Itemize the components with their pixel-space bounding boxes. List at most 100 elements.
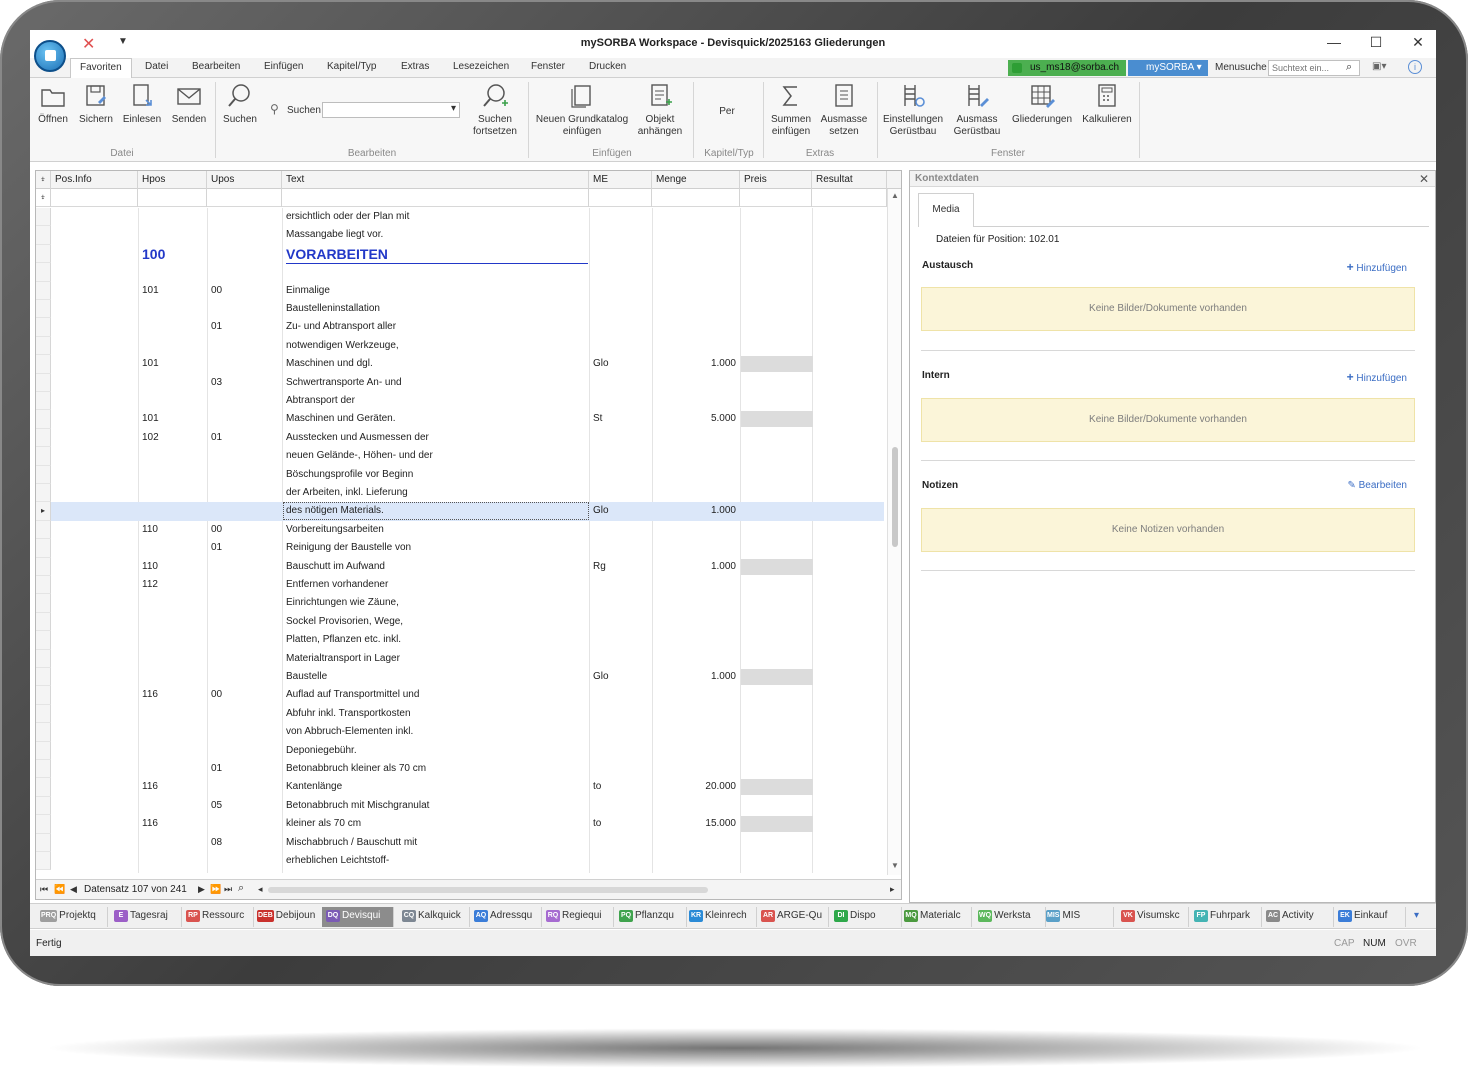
cell-text[interactable]: ersichtlich oder der Plan mit <box>286 211 409 222</box>
column-header-preis[interactable]: Preis <box>740 171 812 189</box>
notizen-edit-button[interactable]: ✎ Bearbeiten <box>1347 480 1407 491</box>
module-tab[interactable]: E Tagesraj <box>110 907 182 927</box>
cell-text[interactable]: Betonabbruch kleiner als 70 cm <box>286 763 426 774</box>
table-row[interactable]: 01 Zu- und Abtransport aller <box>36 318 884 337</box>
suchen-fortsetzen-button[interactable]: Suchen fortsetzen <box>468 82 522 138</box>
cell-upos[interactable]: 01 <box>211 321 222 332</box>
cell-hpos[interactable]: 110 <box>142 561 158 572</box>
cell-text[interactable]: von Abbruch-Elementen inkl. <box>286 726 413 737</box>
module-tab[interactable]: AR ARGE-Qu <box>757 907 829 927</box>
cell-text[interactable]: erheblichen Leichtstoff- <box>286 855 389 866</box>
table-row[interactable]: Abtransport der <box>36 392 884 411</box>
row-indicator[interactable] <box>36 263 51 282</box>
cell-text[interactable]: Platten, Pflanzen etc. inkl. <box>286 634 401 645</box>
table-row[interactable]: 05 Betonabbruch mit Mischgranulat <box>36 796 884 816</box>
cell-hpos[interactable]: 110 <box>142 524 158 535</box>
cell-preis[interactable] <box>741 816 813 833</box>
previous-page-icon[interactable]: ⏪ <box>54 884 65 895</box>
cell-text[interactable]: Ausstecken und Ausmessen der <box>286 432 429 443</box>
layout-options-icon[interactable]: ▣▾ <box>1372 61 1386 72</box>
intern-add-button[interactable]: + Hinzufügen <box>1347 370 1407 384</box>
cell-hpos[interactable]: 116 <box>142 689 158 700</box>
cell-me[interactable]: Glo <box>593 671 609 682</box>
row-indicator[interactable] <box>36 815 51 834</box>
filter-cell[interactable] <box>207 189 282 207</box>
cell-hpos[interactable]: 101 <box>142 358 159 369</box>
table-row[interactable]: 08 Mischabbruch / Bauschutt mit <box>36 833 884 852</box>
last-record-icon[interactable]: ⏭ <box>224 884 232 895</box>
previous-record-icon[interactable]: ◀ <box>70 884 77 895</box>
grid-vertical-scrollbar[interactable]: ▲ ▼ <box>887 189 901 875</box>
table-row[interactable]: notwendigen Werkzeuge, <box>36 336 884 356</box>
table-row[interactable]: Sockel Provisorien, Wege, <box>36 612 884 632</box>
app-logo-icon[interactable] <box>34 40 66 72</box>
cell-text[interactable]: Zu- und Abtransport aller <box>286 321 396 332</box>
table-row[interactable]: 116 00 Auflad auf Transportmittel und <box>36 686 884 705</box>
module-tab[interactable]: KR Kleinrech <box>685 907 757 927</box>
column-header-me[interactable]: ME <box>589 171 652 189</box>
ausmasse-setzen-button[interactable]: Ausmasse setzen <box>819 82 869 138</box>
row-indicator[interactable] <box>36 852 51 871</box>
cell-hpos[interactable]: 102 <box>142 432 159 443</box>
cell-text[interactable]: neuen Gelände-, Höhen- und der <box>286 450 433 461</box>
table-row[interactable]: 110 Bauschutt im Aufwand Rg 1.000 <box>36 557 884 576</box>
maximize-icon[interactable]: ☐ <box>1366 34 1386 51</box>
mysorba-menu-button[interactable]: mySORBA ▾ <box>1128 60 1208 76</box>
cell-text[interactable]: der Arbeiten, inkl. Lieferung <box>286 487 408 498</box>
module-tab[interactable]: MIS MIS <box>1042 907 1114 927</box>
table-row[interactable]: der Arbeiten, inkl. Lieferung <box>36 484 884 503</box>
filter-cell[interactable] <box>138 189 207 207</box>
filter-cell[interactable] <box>812 189 887 207</box>
table-row[interactable]: 112 Entfernen vorhandener <box>36 576 884 595</box>
cell-me[interactable]: to <box>593 818 601 829</box>
cell-text[interactable]: Mischabbruch / Bauschutt mit <box>286 837 417 848</box>
row-indicator[interactable] <box>36 649 51 668</box>
oeffnen-button[interactable]: Öffnen <box>34 82 72 126</box>
suchen-button[interactable]: Suchen <box>220 82 260 126</box>
row-indicator[interactable] <box>36 465 51 484</box>
info-icon[interactable]: i <box>1408 60 1422 74</box>
cell-upos[interactable]: 01 <box>211 763 222 774</box>
kalkulieren-button[interactable]: Kalkulieren <box>1080 82 1134 126</box>
row-indicator[interactable] <box>36 392 51 411</box>
module-tab[interactable]: VK Visumskc <box>1117 907 1189 927</box>
cell-upos[interactable]: 08 <box>211 837 222 848</box>
module-tab[interactable]: AQ Adressqu <box>470 907 542 927</box>
scroll-left-icon[interactable]: ◂ <box>258 884 263 895</box>
module-tab[interactable]: PQ Pflanzqu <box>615 907 687 927</box>
gliederungen-button[interactable]: Gliederungen <box>1010 82 1074 126</box>
module-tab[interactable]: DI Dispo <box>830 907 902 927</box>
cell-text[interactable]: Abfuhr inkl. Transportkosten <box>286 708 411 719</box>
module-tab[interactable]: PRQ Projektq <box>36 907 108 927</box>
cell-text[interactable]: Vorbereitungsarbeiten <box>286 524 384 535</box>
module-tab[interactable]: EK Einkauf <box>1334 907 1406 927</box>
cell-text[interactable]: Baustelle <box>286 671 327 682</box>
row-indicator[interactable] <box>36 612 51 632</box>
scrollbar-thumb[interactable] <box>892 447 898 547</box>
cell-menge[interactable]: 1.000 <box>711 671 736 682</box>
cell-text[interactable]: VORARBEITEN <box>286 246 588 264</box>
row-indicator[interactable] <box>36 576 51 595</box>
more-modules-icon[interactable]: ▾ <box>1414 910 1419 921</box>
cell-text[interactable]: Baustelleninstallation <box>286 303 380 314</box>
cell-preis[interactable] <box>741 411 813 428</box>
row-indicator[interactable] <box>36 704 51 724</box>
row-indicator[interactable] <box>36 778 51 797</box>
cell-me[interactable]: to <box>593 781 601 792</box>
scroll-up-icon[interactable]: ▲ <box>891 191 899 200</box>
senden-button[interactable]: Senden <box>169 82 209 126</box>
cell-preis[interactable] <box>741 779 813 796</box>
row-indicator[interactable]: ▸ <box>36 502 51 521</box>
cell-text[interactable]: Schwertransporte An- und <box>286 377 402 388</box>
module-tab[interactable]: CQ Kalkquick <box>398 907 470 927</box>
cell-text[interactable]: Sockel Provisorien, Wege, <box>286 616 403 627</box>
table-row[interactable]: 100 VORARBEITEN <box>36 244 884 264</box>
table-row[interactable]: von Abbruch-Elementen inkl. <box>36 723 884 742</box>
cell-me[interactable]: Rg <box>593 561 606 572</box>
cell-text[interactable]: notwendigen Werkzeuge, <box>286 340 399 351</box>
austausch-add-button[interactable]: + Hinzufügen <box>1347 260 1407 274</box>
row-indicator[interactable] <box>36 428 51 448</box>
table-row[interactable]: Abfuhr inkl. Transportkosten <box>36 704 884 724</box>
table-row[interactable]: Massangabe liegt vor. <box>36 226 884 245</box>
row-indicator[interactable] <box>36 336 51 356</box>
